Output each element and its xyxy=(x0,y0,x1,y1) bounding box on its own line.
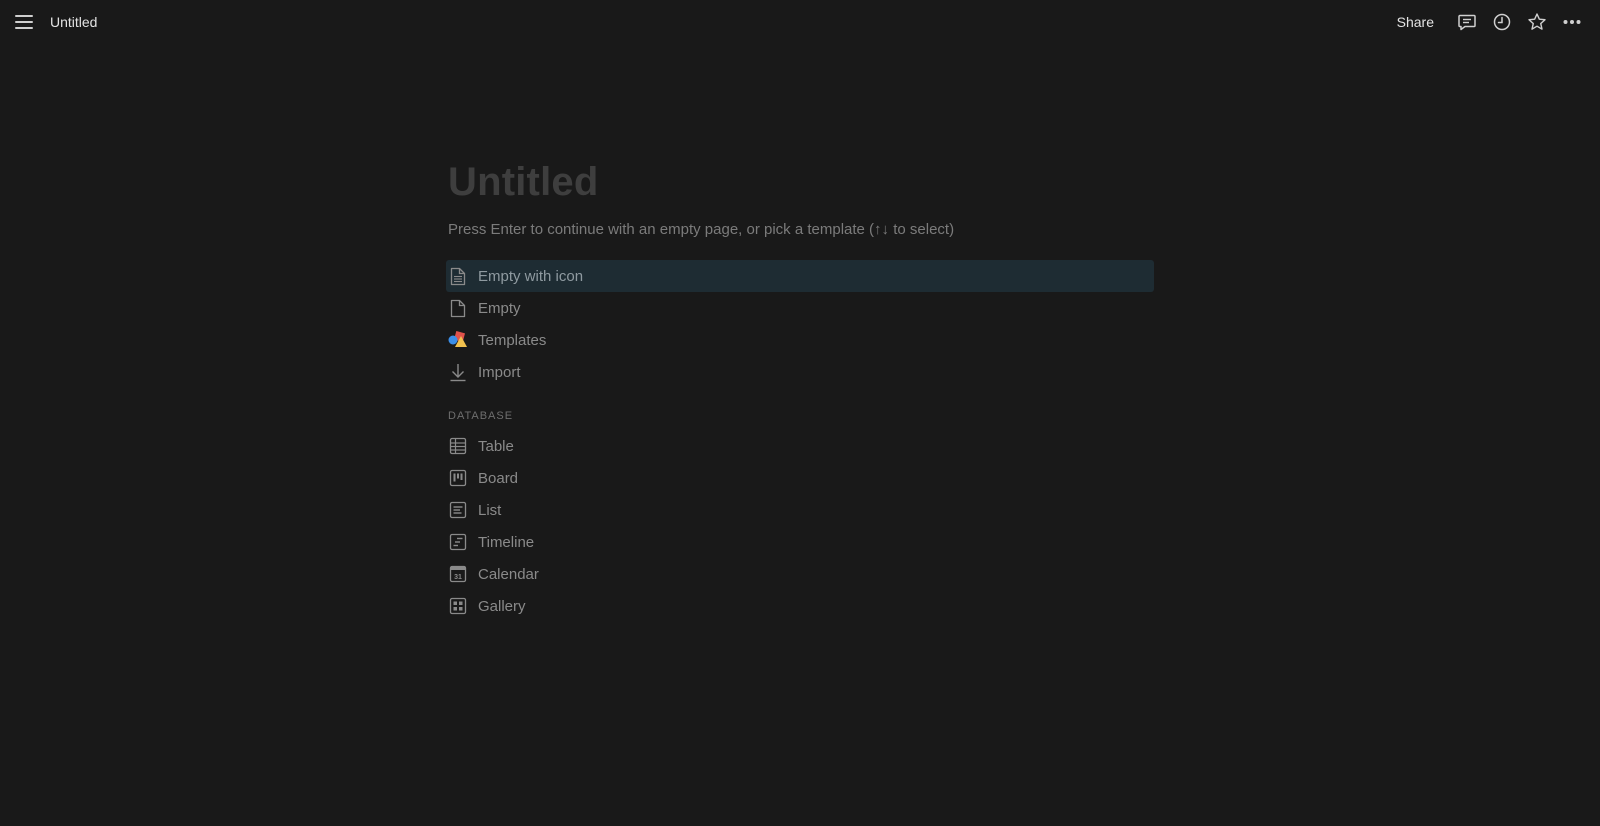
comment-icon[interactable] xyxy=(1453,8,1481,36)
option-label: Board xyxy=(478,469,519,487)
template-hint: Press Enter to continue with an empty pa… xyxy=(448,221,955,238)
option-templates[interactable]: Templates xyxy=(446,324,1154,356)
top-bar: Untitled Share xyxy=(0,0,1600,44)
database-options: Table Board List Timeline 31 Calendar Ga… xyxy=(448,430,1154,622)
option-label: Empty with icon xyxy=(478,267,584,285)
star-icon[interactable] xyxy=(1523,8,1551,36)
page-content: Untitled Press Enter to continue with an… xyxy=(446,156,1154,622)
option-gallery[interactable]: Gallery xyxy=(446,590,1154,622)
table-icon xyxy=(448,436,468,456)
more-horizontal-icon[interactable] xyxy=(1558,8,1586,36)
document-lines-icon xyxy=(448,266,468,286)
template-options: Empty with icon Empty Templates Import xyxy=(446,260,1154,388)
breadcrumb-page[interactable]: Untitled xyxy=(48,12,99,32)
top-bar-left: Untitled xyxy=(12,10,99,34)
option-table[interactable]: Table xyxy=(446,430,1154,462)
option-label: Table xyxy=(478,437,514,455)
templates-shapes-icon xyxy=(448,330,468,350)
option-calendar[interactable]: 31 Calendar xyxy=(446,558,1154,590)
gallery-icon xyxy=(448,596,468,616)
clock-icon[interactable] xyxy=(1488,8,1516,36)
option-label: List xyxy=(478,501,502,519)
top-bar-right: Share xyxy=(1397,8,1586,36)
document-icon xyxy=(448,298,468,318)
timeline-icon xyxy=(448,532,468,552)
page-title-input[interactable]: Untitled xyxy=(448,156,1154,208)
option-empty[interactable]: Empty xyxy=(446,292,1154,324)
option-import[interactable]: Import xyxy=(446,356,1154,388)
option-label: Gallery xyxy=(478,597,526,615)
option-label: Calendar xyxy=(478,565,539,583)
hamburger-menu-icon[interactable] xyxy=(12,10,36,34)
list-icon xyxy=(448,500,468,520)
share-button[interactable]: Share xyxy=(1397,14,1434,30)
option-board[interactable]: Board xyxy=(446,462,1154,494)
option-list[interactable]: List xyxy=(446,494,1154,526)
calendar-icon: 31 xyxy=(448,564,468,584)
database-section-label: DATABASE xyxy=(448,410,514,422)
option-timeline[interactable]: Timeline xyxy=(446,526,1154,558)
option-label: Templates xyxy=(478,331,547,349)
option-label: Import xyxy=(478,363,521,381)
board-icon xyxy=(448,468,468,488)
option-label: Timeline xyxy=(478,533,535,551)
import-arrow-icon xyxy=(448,362,468,382)
option-label: Empty xyxy=(478,299,521,317)
calendar-icon-text: 31 xyxy=(454,574,462,581)
option-empty-with-icon[interactable]: Empty with icon xyxy=(446,260,1154,292)
